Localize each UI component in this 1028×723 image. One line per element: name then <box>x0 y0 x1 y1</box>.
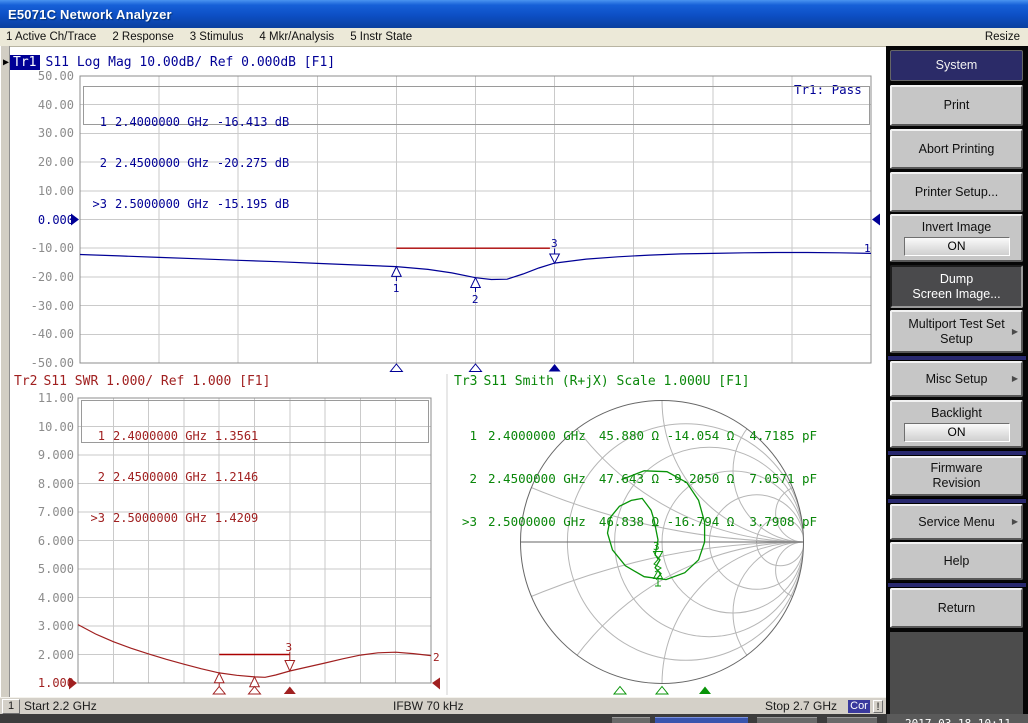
taskbar-button[interactable] <box>612 717 650 723</box>
submenu-arrow-icon: ▶ <box>1012 517 1018 527</box>
window-title-bar: E5071C Network Analyzer <box>0 0 1028 28</box>
menu-response[interactable]: 2 Response <box>112 31 173 43</box>
tr3-marker-table: 1 2.4000000 GHz 45.880 Ω -14.054 Ω 4.718… <box>454 399 884 559</box>
marker-row: 1 2.4000000 GHz 1.3561 <box>90 430 428 443</box>
windows-taskbar-clipped: 2017-03-18 10:11 <box>0 714 1028 723</box>
softkey-help[interactable]: Help <box>890 542 1023 580</box>
tr1-trace-number: 1 <box>864 242 871 255</box>
active-trace-indicator: ▶ <box>3 57 9 68</box>
tr1-header[interactable]: ▶ Tr1 S11 Log Mag 10.00dB/ Ref 0.000dB [… <box>3 55 335 70</box>
softkey-dump-screen-image[interactable]: Dump Screen Image... <box>890 265 1023 308</box>
softkey-print[interactable]: Print <box>890 85 1023 126</box>
svg-text:3: 3 <box>286 641 293 654</box>
marker-row: >3 2.5000000 GHz 46.838 Ω -16.794 Ω 3.79… <box>462 516 884 529</box>
tr1-marker-3-active[interactable]: 3 <box>550 237 560 263</box>
correction-status-badge: Cor <box>848 700 870 713</box>
marker-row: 2 2.4500000 GHz -20.275 dB <box>92 157 869 170</box>
tr1-marker-2[interactable]: 2 <box>471 278 481 306</box>
menu-active-ch-trace[interactable]: 1 Active Ch/Trace <box>6 31 96 43</box>
taskbar-button[interactable] <box>827 717 877 723</box>
submenu-arrow-icon: ▶ <box>1012 327 1018 337</box>
sweep-start-readout: Start 2.2 GHz <box>24 699 97 713</box>
menu-instr-state[interactable]: 5 Instr State <box>350 31 412 43</box>
tr1-label-chip: Tr1 <box>10 55 39 70</box>
tr1-axis-marker-triangles <box>390 364 560 372</box>
left-edge-strip <box>0 46 10 697</box>
tr2-trace <box>78 625 431 678</box>
svg-text:1: 1 <box>393 282 400 295</box>
alert-indicator: ! <box>873 700 883 713</box>
softkey-invert-image[interactable]: Invert Image ON <box>890 214 1023 262</box>
sweep-stop-readout: Stop 2.7 GHz <box>765 699 837 713</box>
tr3-header[interactable]: Tr3 S11 Smith (R+jX) Scale 1.000U [F1] <box>454 374 750 389</box>
taskbar-button-active[interactable] <box>655 717 748 723</box>
submenu-arrow-icon: ▶ <box>1012 374 1018 384</box>
tr2-ref-arrows <box>69 678 440 690</box>
softkey-misc-setup[interactable]: Misc Setup ▶ <box>890 361 1023 397</box>
softkey-menu: System Print Abort Printing Printer Setu… <box>886 46 1028 714</box>
tr2-marker-2[interactable] <box>250 677 260 691</box>
status-bar: 1 Start 2.2 GHz IFBW 70 kHz Stop 2.7 GHz… <box>0 697 886 715</box>
softkey-backlight[interactable]: Backlight ON <box>890 400 1023 448</box>
softkey-empty-panel <box>890 632 1023 714</box>
tr2-format-text: S11 SWR 1.000/ Ref 1.000 [F1] <box>43 374 270 389</box>
tr1-marker-table: 1 2.4000000 GHz -16.413 dB 2 2.4500000 G… <box>83 86 870 125</box>
softkey-abort-printing[interactable]: Abort Printing <box>890 129 1023 169</box>
softkey-menu-title: System <box>890 50 1023 81</box>
svg-text:3: 3 <box>551 237 558 250</box>
tr3-axis-marker-triangles <box>614 687 711 695</box>
marker-row: 2 2.4500000 GHz 1.2146 <box>90 471 428 484</box>
taskbar-clock: 2017-03-18 10:11 <box>905 717 1011 723</box>
marker-row: 2 2.4500000 GHz 47.643 Ω -9.2050 Ω 7.057… <box>462 473 884 486</box>
softkey-return[interactable]: Return <box>890 588 1023 628</box>
softkey-firmware-revision[interactable]: Firmware Revision <box>890 456 1023 496</box>
taskbar-button[interactable] <box>757 717 817 723</box>
menu-resize[interactable]: Resize <box>985 31 1020 43</box>
ifbw-readout: IFBW 70 kHz <box>393 699 464 713</box>
tr2-trace-number: 2 <box>433 651 440 664</box>
marker-row: >3 2.5000000 GHz 1.4209 <box>90 512 428 525</box>
tr2-header[interactable]: Tr2 S11 SWR 1.000/ Ref 1.000 [F1] <box>14 374 270 389</box>
menu-mkr-analysis[interactable]: 4 Mkr/Analysis <box>259 31 334 43</box>
tr2-marker-1[interactable] <box>214 673 224 688</box>
tr3-format-text: S11 Smith (R+jX) Scale 1.000U [F1] <box>483 374 749 389</box>
tr2-label: Tr2 <box>14 374 37 389</box>
e5071c-screen: E5071C Network Analyzer 1 Active Ch/Trac… <box>0 0 1028 723</box>
marker-row: >3 2.5000000 GHz -15.195 dB <box>92 198 869 211</box>
tr3-label: Tr3 <box>454 374 477 389</box>
tr1-trace <box>80 253 871 280</box>
backlight-state: ON <box>904 423 1010 442</box>
svg-text:2: 2 <box>472 293 479 306</box>
menu-stimulus[interactable]: 3 Stimulus <box>190 31 244 43</box>
taskbar-clock-area: 2017-03-18 10:11 <box>887 714 1028 723</box>
softkey-multiport-test-set-setup[interactable]: Multiport Test Set Setup ▶ <box>890 310 1023 353</box>
channel-number-box[interactable]: 1 <box>2 699 20 714</box>
invert-image-state: ON <box>904 237 1010 256</box>
softkey-printer-setup[interactable]: Printer Setup... <box>890 172 1023 212</box>
tr1-format-text: S11 Log Mag 10.00dB/ Ref 0.000dB [F1] <box>46 55 336 70</box>
menu-bar: 1 Active Ch/Trace 2 Response 3 Stimulus … <box>0 28 1028 47</box>
marker-row: 1 2.4000000 GHz -16.413 dB <box>92 116 869 129</box>
tr1-marker-1[interactable]: 1 <box>392 267 402 295</box>
tr2-marker-3-active[interactable]: 3 <box>285 641 295 671</box>
softkey-service-menu[interactable]: Service Menu ▶ <box>890 504 1023 540</box>
tr2-axis-marker-triangles <box>213 687 296 695</box>
window-title: E5071C Network Analyzer <box>8 7 172 22</box>
marker-row: 1 2.4000000 GHz 45.880 Ω -14.054 Ω 4.718… <box>462 430 884 443</box>
tr2-marker-table: 1 2.4000000 GHz 1.3561 2 2.4500000 GHz 1… <box>81 400 429 443</box>
